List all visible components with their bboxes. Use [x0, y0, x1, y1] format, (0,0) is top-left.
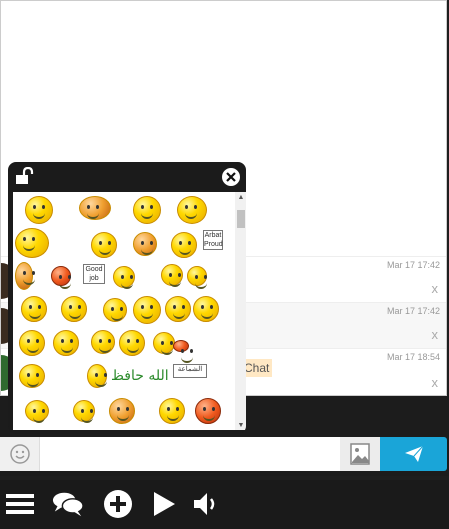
bottom-toolbar	[0, 480, 449, 529]
emoji-item[interactable]	[91, 232, 117, 258]
emoji-item[interactable]	[73, 400, 95, 423]
emoji-item[interactable]	[171, 232, 197, 258]
volume-icon	[194, 493, 215, 515]
scroll-up-icon[interactable]: ▲	[237, 194, 245, 201]
delete-message-button[interactable]: x	[432, 375, 439, 390]
emoji-item[interactable]	[25, 400, 49, 423]
emoji-item[interactable]	[19, 330, 45, 356]
send-button[interactable]	[380, 437, 447, 471]
chat-button[interactable]	[52, 489, 84, 519]
emoji-item[interactable]	[79, 196, 111, 220]
emoji-item[interactable]	[177, 196, 207, 224]
emoji-item[interactable]	[119, 330, 145, 356]
message-input[interactable]	[40, 437, 340, 471]
emoji-item[interactable]	[133, 196, 161, 224]
delete-message-button[interactable]: x	[432, 327, 439, 342]
emoji-panel: Arbat Proud Good job الله حافظ الشماعة ▲…	[8, 162, 246, 434]
volume-button[interactable]	[190, 489, 222, 519]
play-icon	[154, 492, 175, 516]
emoji-item[interactable]	[103, 298, 127, 322]
emoji-button[interactable]	[0, 437, 40, 471]
send-icon	[404, 445, 423, 462]
scroll-down-icon[interactable]: ▼	[237, 422, 245, 429]
scroll-thumb[interactable]	[237, 210, 245, 228]
emoji-grid: Arbat Proud Good job الله حافظ الشماعة	[13, 192, 235, 430]
close-icon	[226, 172, 236, 182]
delete-message-button[interactable]: x	[432, 281, 439, 296]
add-button[interactable]	[102, 489, 134, 519]
emoji-sign[interactable]: الشماعة	[173, 364, 207, 378]
unlock-icon[interactable]	[15, 167, 35, 185]
emoji-item[interactable]	[153, 332, 175, 355]
emoji-item[interactable]	[173, 340, 193, 363]
message-time: Mar 17 17:42	[386, 260, 440, 270]
emoji-item[interactable]	[51, 266, 71, 289]
menu-icon	[6, 494, 34, 514]
emoji-scrollbar[interactable]: ▲ ▼	[235, 192, 246, 430]
emoji-item[interactable]	[113, 266, 135, 289]
emoji-item[interactable]	[19, 364, 45, 388]
emoji-item[interactable]	[87, 364, 107, 388]
add-icon	[104, 490, 132, 518]
app-root: Mar 17 17:42 x Mar 17 17:42 x Mar 17 18:…	[0, 0, 449, 529]
emoji-item[interactable]	[165, 296, 191, 322]
smiley-icon	[9, 444, 30, 464]
emoji-item[interactable]	[61, 296, 87, 322]
menu-button[interactable]	[4, 489, 36, 519]
emoji-item[interactable]	[159, 398, 185, 424]
image-upload-button[interactable]	[340, 437, 380, 471]
emoji-item[interactable]	[193, 296, 219, 322]
emoji-item[interactable]	[25, 196, 53, 224]
message-time: Mar 17 18:54	[386, 352, 440, 362]
play-button[interactable]	[148, 489, 180, 519]
chat-icon	[52, 492, 84, 517]
emoji-sign[interactable]: Arbat Proud	[203, 230, 223, 250]
emoji-item[interactable]	[53, 330, 79, 356]
emoji-item[interactable]	[161, 264, 183, 287]
emoji-item[interactable]	[187, 266, 207, 289]
emoji-item[interactable]	[21, 296, 47, 322]
message-time: Mar 17 17:42	[386, 306, 440, 316]
emoji-item[interactable]	[15, 228, 49, 258]
emoji-item[interactable]	[133, 296, 161, 324]
emoji-item[interactable]	[91, 330, 115, 354]
emoji-panel-header	[8, 162, 246, 190]
emoji-item[interactable]	[109, 398, 135, 424]
emoji-item[interactable]	[133, 232, 157, 256]
emoji-sign[interactable]: Good job	[83, 264, 105, 284]
emoji-item[interactable]	[15, 262, 35, 290]
emoji-item[interactable]	[195, 398, 221, 424]
emoji-arabic-text[interactable]: الله حافظ	[111, 368, 169, 384]
image-icon	[350, 443, 370, 465]
close-panel-button[interactable]	[222, 168, 240, 186]
